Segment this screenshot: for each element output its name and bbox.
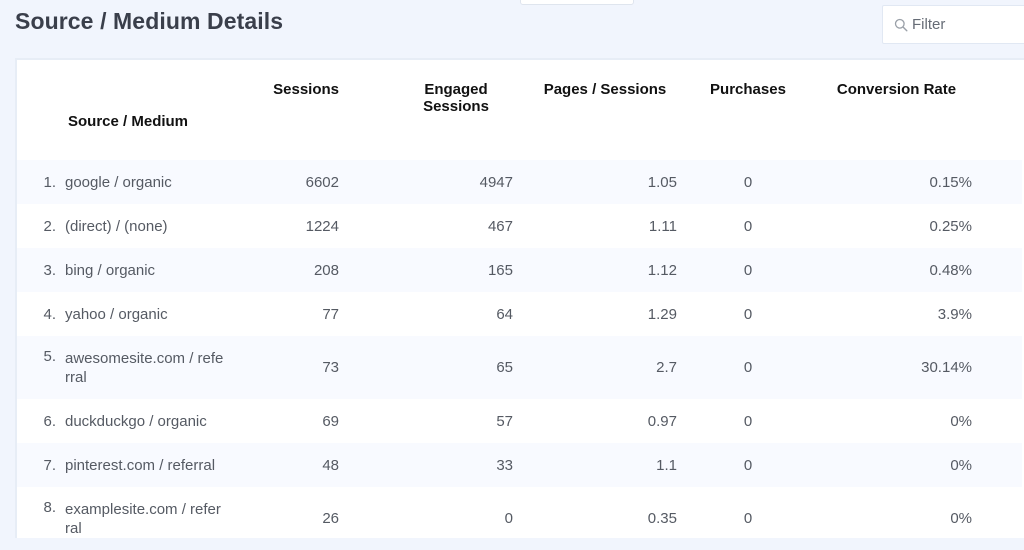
cell-purchases: 0: [743, 305, 753, 323]
row-spacer: [972, 487, 1022, 550]
row-index: 7.: [43, 456, 56, 474]
row-spacer: [972, 443, 1022, 487]
column-header-pages-per-session[interactable]: Pages / Sessions: [513, 60, 677, 160]
row-spacer: [972, 399, 1022, 443]
column-header-conversion-rate[interactable]: Conversion Rate: [801, 60, 972, 160]
cell-purchases: 0: [743, 510, 753, 527]
cell-source-medium: yahoo / organic: [65, 305, 168, 323]
cell-sessions: 208: [313, 261, 339, 279]
row-index: 3.: [43, 261, 56, 279]
cell-pages-per-session: 1.29: [647, 305, 677, 323]
cell-pages-per-session: 0.97: [647, 412, 677, 430]
cell-source-medium: bing / organic: [65, 261, 156, 279]
cell-sessions: 77: [322, 305, 339, 323]
cell-purchases: 0: [743, 359, 753, 376]
filter-box[interactable]: [882, 5, 1024, 44]
table-row[interactable]: 1. google / organic 6602 4947 1.05 0 0.15%: [17, 160, 1022, 204]
column-header-source-medium[interactable]: Source / Medium: [17, 60, 255, 160]
cell-conversion-rate: 3.9%: [937, 305, 972, 323]
row-spacer: [972, 292, 1022, 336]
source-medium-table: Source / Medium Sessions Engaged Session…: [17, 60, 1022, 550]
row-index: 6.: [43, 412, 56, 430]
cell-sessions: 69: [322, 412, 339, 430]
cell-pages-per-session: 1.05: [647, 173, 677, 191]
row-spacer: [972, 336, 1022, 399]
cell-conversion-rate: 0.25%: [929, 217, 972, 235]
cell-pages-per-session: 1.12: [647, 261, 677, 279]
cell-conversion-rate: 0.48%: [929, 261, 972, 279]
table-row[interactable]: 8. examplesite.com / referral 26 0 0.35 0 0%: [17, 487, 1022, 550]
cell-pages-per-session: 0.35: [647, 510, 677, 527]
row-index: 1.: [43, 173, 56, 191]
table-row[interactable]: 2. (direct) / (none) 1224 467 1.11 0 0.25%: [17, 204, 1022, 248]
cell-conversion-rate: 0%: [950, 456, 972, 474]
cell-purchases: 0: [743, 412, 753, 430]
cell-pages-per-session: 1.11: [648, 217, 677, 235]
search-icon: [894, 18, 908, 32]
cell-source-medium: (direct) / (none): [65, 217, 168, 235]
top-tab[interactable]: [520, 0, 634, 5]
cell-engaged-sessions: 165: [487, 261, 513, 279]
cell-pages-per-session: 1.1: [656, 456, 677, 474]
column-header-sessions[interactable]: Sessions: [255, 60, 339, 160]
cell-sessions: 1224: [305, 217, 339, 235]
cell-conversion-rate: 0.15%: [929, 173, 972, 191]
cell-purchases: 0: [743, 261, 753, 279]
column-header-purchases-label: Purchases: [710, 81, 786, 98]
row-index: 2.: [43, 217, 56, 235]
cell-sessions: 26: [322, 510, 339, 527]
table-row[interactable]: 7. pinterest.com / referral 48 33 1.1 0 0%: [17, 443, 1022, 487]
column-spacer: [972, 60, 1022, 160]
cell-source-medium: google / organic: [65, 173, 172, 191]
cell-purchases: 0: [743, 456, 753, 474]
row-spacer: [972, 160, 1022, 204]
table-row[interactable]: 5. awesomesite.com / referral 73 65 2.7 0 30.1…: [17, 336, 1022, 399]
cell-purchases: 0: [743, 217, 753, 235]
column-header-conversion-rate-label: Conversion Rate: [836, 81, 957, 98]
table-row[interactable]: 6. duckduckgo / organic 69 57 0.97 0 0%: [17, 399, 1022, 443]
column-header-engaged-sessions-label: Engaged Sessions: [423, 81, 489, 115]
cell-engaged-sessions: 65: [496, 359, 513, 376]
cell-sessions: 73: [322, 359, 339, 376]
table-header-row: Source / Medium Sessions Engaged Session…: [17, 60, 1022, 160]
cell-conversion-rate: 0%: [950, 510, 972, 527]
row-index: 8.: [43, 499, 56, 516]
cell-source-medium: examplesite.com / referral: [65, 500, 221, 537]
cell-sessions: 6602: [305, 173, 339, 191]
row-index: 4.: [43, 305, 56, 323]
cell-engaged-sessions: 467: [487, 217, 513, 235]
page-title: Source / Medium Details: [15, 8, 284, 34]
table-row[interactable]: 4. yahoo / organic 77 64 1.29 0 3.9%: [17, 292, 1022, 336]
row-spacer: [972, 248, 1022, 292]
source-medium-card: Source / Medium Sessions Engaged Session…: [15, 58, 1024, 538]
cell-sessions: 48: [322, 456, 339, 474]
cell-source-medium: pinterest.com / referral: [65, 456, 216, 474]
cell-purchases: 0: [743, 173, 753, 191]
column-header-purchases[interactable]: Purchases: [677, 60, 801, 160]
filter-input[interactable]: [912, 16, 1012, 33]
cell-engaged-sessions: 0: [504, 510, 513, 527]
table-row[interactable]: 3. bing / organic 208 165 1.12 0 0.48%: [17, 248, 1022, 292]
cell-source-medium: awesomesite.com / referral: [65, 349, 224, 386]
column-header-pages-per-session-label: Pages / Sessions: [543, 81, 667, 98]
column-header-engaged-sessions[interactable]: Engaged Sessions: [339, 60, 513, 160]
cell-source-medium: duckduckgo / organic: [65, 412, 207, 430]
cell-engaged-sessions: 57: [496, 412, 513, 430]
row-spacer: [972, 204, 1022, 248]
cell-conversion-rate: 30.14%: [921, 359, 972, 376]
cell-pages-per-session: 2.7: [656, 359, 677, 376]
cell-conversion-rate: 0%: [950, 412, 972, 430]
row-index: 5.: [43, 348, 56, 365]
cell-engaged-sessions: 33: [496, 456, 513, 474]
cell-engaged-sessions: 4947: [479, 173, 513, 191]
column-header-sessions-label: Sessions: [273, 81, 339, 98]
cell-engaged-sessions: 64: [496, 305, 513, 323]
